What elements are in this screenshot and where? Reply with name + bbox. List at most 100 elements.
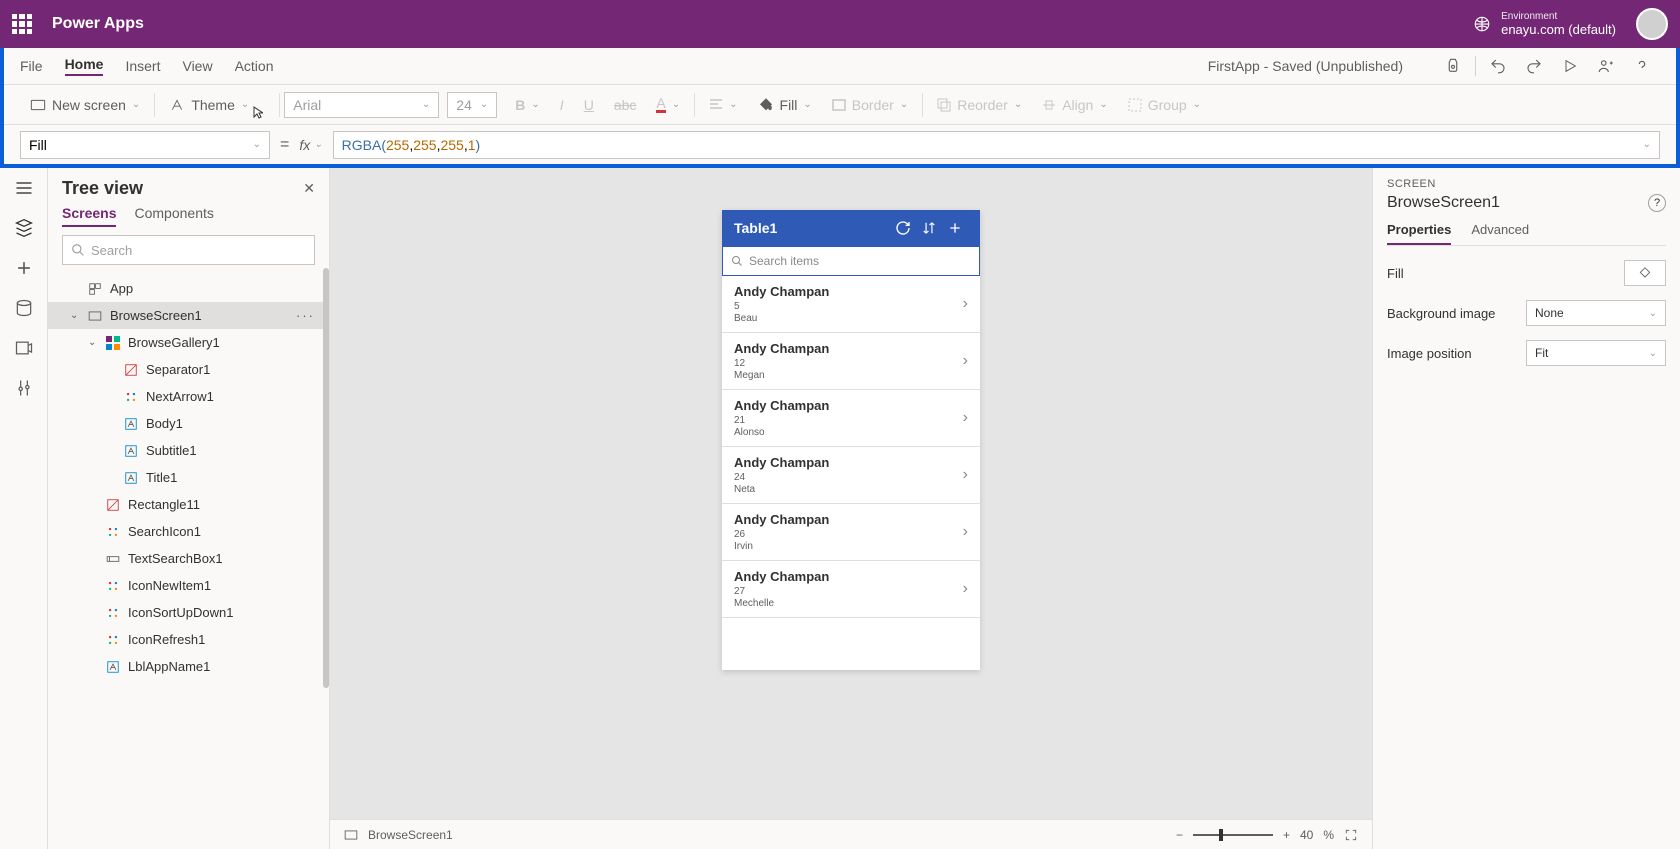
- tree-item[interactable]: NextArrow1: [48, 383, 329, 410]
- media-icon[interactable]: [14, 338, 34, 358]
- tab-properties[interactable]: Properties: [1387, 222, 1451, 245]
- gallery-item[interactable]: Andy Champan12Megan›: [722, 333, 980, 390]
- group-button[interactable]: Group⌄: [1118, 90, 1211, 120]
- tree-item[interactable]: Subtitle1: [48, 437, 329, 464]
- menu-insert[interactable]: Insert: [125, 58, 160, 74]
- play-icon[interactable]: [1552, 52, 1588, 80]
- theme-button[interactable]: Theme ⌄: [159, 90, 275, 120]
- app-preview: Table1 Search items Andy Champan5Beau›An…: [722, 210, 980, 670]
- zoom-in-button[interactable]: +: [1283, 828, 1290, 842]
- expand-formula-icon[interactable]: ⌄: [1643, 139, 1651, 150]
- tree-view-icon[interactable]: [14, 218, 34, 238]
- text-align-button[interactable]: ⌄: [699, 90, 747, 120]
- tree-item[interactable]: SearchIcon1: [48, 518, 329, 545]
- underline-button[interactable]: U: [574, 90, 604, 120]
- font-color-button[interactable]: A⌄: [646, 90, 690, 120]
- tree-item[interactable]: Separator1: [48, 356, 329, 383]
- bgimage-select[interactable]: None⌄: [1526, 300, 1666, 326]
- help-icon[interactable]: [1624, 52, 1660, 80]
- reorder-button[interactable]: Reorder⌄: [927, 90, 1032, 120]
- gallery-item[interactable]: Andy Champan27Mechelle›: [722, 561, 980, 618]
- tree-item[interactable]: Title1: [48, 464, 329, 491]
- chevron-right-icon[interactable]: ›: [963, 409, 968, 427]
- menu-file[interactable]: File: [20, 58, 43, 74]
- breadcrumb[interactable]: BrowseScreen1: [368, 828, 453, 842]
- tree-item[interactable]: Body1: [48, 410, 329, 437]
- canvas[interactable]: Table1 Search items Andy Champan5Beau›An…: [330, 168, 1372, 849]
- tree-item-label: IconNewItem1: [128, 578, 211, 593]
- chevron-right-icon[interactable]: ›: [963, 580, 968, 598]
- strikethrough-button[interactable]: abc: [604, 90, 647, 120]
- item-title: Andy Champan: [734, 398, 968, 413]
- canvas-footer: BrowseScreen1 − + 40 %: [330, 819, 1372, 849]
- insert-icon[interactable]: [14, 258, 34, 278]
- left-rail: [0, 168, 48, 849]
- italic-button[interactable]: I: [550, 90, 574, 120]
- sort-icon[interactable]: [916, 215, 942, 241]
- formula-input[interactable]: RGBA(255, 255, 255, 1) ⌄: [333, 131, 1660, 159]
- redo-icon[interactable]: [1516, 52, 1552, 80]
- fx-label[interactable]: fx⌄: [299, 137, 322, 153]
- chevron-right-icon[interactable]: ›: [963, 295, 968, 313]
- refresh-icon[interactable]: [890, 215, 916, 241]
- tree-item[interactable]: IconRefresh1: [48, 626, 329, 653]
- undo-icon[interactable]: [1480, 52, 1516, 80]
- prop-bgimage-label: Background image: [1387, 306, 1495, 321]
- close-icon[interactable]: ✕: [303, 180, 315, 197]
- fit-screen-icon[interactable]: [1344, 828, 1358, 842]
- gallery-item[interactable]: Andy Champan21Alonso›: [722, 390, 980, 447]
- item-title: Andy Champan: [734, 569, 968, 584]
- tree-item[interactable]: IconSortUpDown1: [48, 599, 329, 626]
- font-family-select[interactable]: Arial⌄: [284, 92, 439, 118]
- zoom-out-button[interactable]: −: [1176, 828, 1183, 842]
- tools-icon[interactable]: [14, 378, 34, 398]
- chevron-right-icon[interactable]: ›: [963, 523, 968, 541]
- align-button[interactable]: Align⌄: [1032, 90, 1118, 120]
- gallery-item[interactable]: Andy Champan24Neta›: [722, 447, 980, 504]
- chevron-right-icon[interactable]: ›: [963, 466, 968, 484]
- tree-item[interactable]: App: [48, 275, 329, 302]
- new-screen-button[interactable]: New screen ⌄: [20, 90, 150, 120]
- share-icon[interactable]: [1588, 52, 1624, 80]
- app-search-input[interactable]: Search items: [722, 246, 980, 276]
- imgpos-select[interactable]: Fit⌄: [1526, 340, 1666, 366]
- tree-search-input[interactable]: Search: [62, 235, 315, 265]
- fill-button[interactable]: Fill ⌄: [748, 90, 822, 120]
- tree-item-label: Body1: [146, 416, 183, 431]
- panel-type-label: SCREEN: [1387, 178, 1666, 190]
- screen-icon: [344, 829, 358, 841]
- tree-item[interactable]: Rectangle11: [48, 491, 329, 518]
- control-icon: [88, 309, 102, 323]
- property-select[interactable]: Fill⌄: [20, 131, 270, 159]
- app-launcher-icon[interactable]: [12, 14, 32, 34]
- help-icon[interactable]: ?: [1648, 194, 1666, 212]
- tree-item[interactable]: ⌄BrowseScreen1···: [48, 302, 329, 329]
- tree-scrollbar[interactable]: [323, 268, 329, 688]
- gallery-item[interactable]: Andy Champan26Irvin›: [722, 504, 980, 561]
- tab-screens[interactable]: Screens: [62, 205, 116, 227]
- tree-item[interactable]: IconNewItem1: [48, 572, 329, 599]
- tree-item[interactable]: LblAppName1: [48, 653, 329, 680]
- zoom-slider[interactable]: [1193, 834, 1273, 836]
- data-icon[interactable]: [14, 298, 34, 318]
- environment-picker[interactable]: Environment enayu.com (default): [1473, 11, 1616, 37]
- bold-button[interactable]: B⌄: [505, 90, 550, 120]
- search-icon: [731, 255, 743, 267]
- chevron-right-icon[interactable]: ›: [963, 352, 968, 370]
- menu-home[interactable]: Home: [65, 56, 104, 76]
- tab-advanced[interactable]: Advanced: [1471, 222, 1529, 245]
- tab-components[interactable]: Components: [134, 205, 213, 227]
- app-checker-icon[interactable]: [1435, 52, 1471, 80]
- tree-item[interactable]: ⌄BrowseGallery1: [48, 329, 329, 356]
- font-size-select[interactable]: 24⌄: [447, 92, 497, 118]
- menu-view[interactable]: View: [182, 58, 212, 74]
- gallery-item[interactable]: Andy Champan5Beau›: [722, 276, 980, 333]
- add-icon[interactable]: [942, 215, 968, 241]
- user-avatar[interactable]: [1636, 8, 1668, 40]
- more-icon[interactable]: ···: [296, 308, 315, 323]
- fill-color-picker[interactable]: [1624, 260, 1666, 286]
- hamburger-icon[interactable]: [14, 178, 34, 198]
- tree-item[interactable]: TextSearchBox1: [48, 545, 329, 572]
- menu-action[interactable]: Action: [235, 58, 274, 74]
- border-button[interactable]: Border⌄: [822, 90, 918, 120]
